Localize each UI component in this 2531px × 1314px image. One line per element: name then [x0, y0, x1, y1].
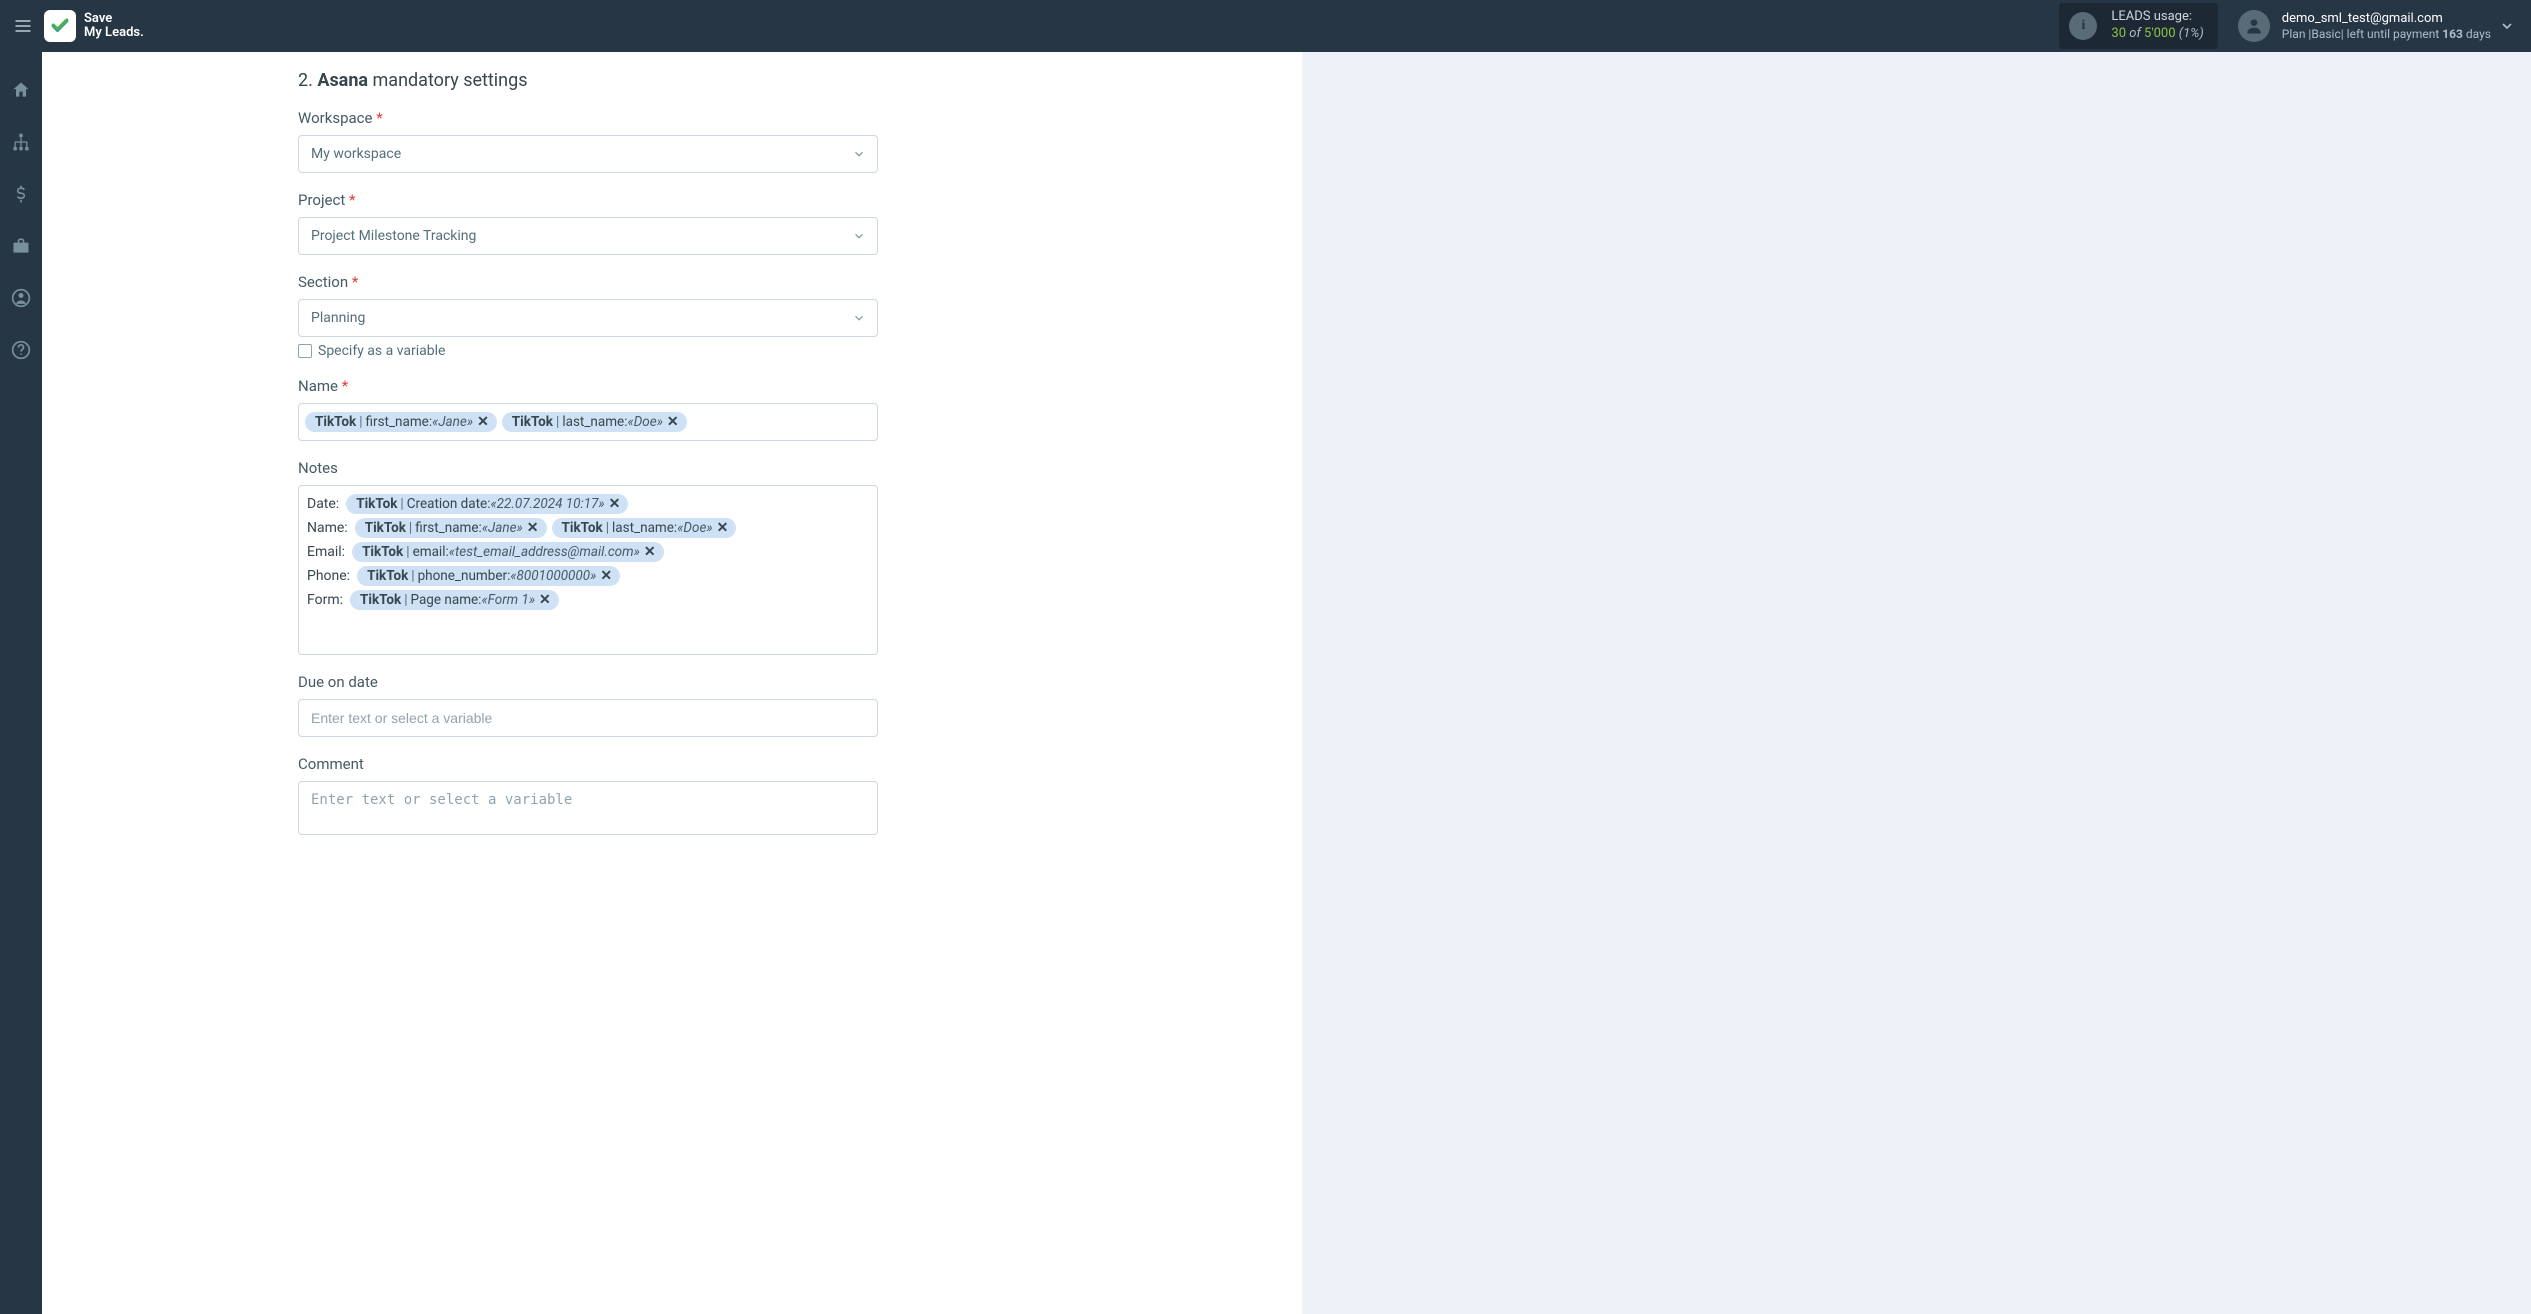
variable-token[interactable]: TikTok | last_name: «Doe»✕ — [502, 412, 687, 432]
usage-current: 30 — [2111, 26, 2126, 41]
due-date-input[interactable] — [298, 699, 878, 737]
notes-row: Name: TikTok | first_name: «Jane»✕TikTok … — [307, 518, 869, 538]
remove-token-icon[interactable]: ✕ — [667, 414, 679, 430]
due-date-label: Due on date — [298, 673, 878, 691]
variable-token[interactable]: TikTok | Creation date: «22.07.2024 10:1… — [346, 494, 628, 514]
remove-token-icon[interactable]: ✕ — [527, 520, 539, 536]
project-select[interactable]: Project Milestone Tracking — [298, 217, 878, 255]
section-label: Section * — [298, 273, 878, 291]
notes-row-label: Phone: — [307, 568, 350, 584]
avatar-icon — [2238, 10, 2270, 42]
checkbox-icon — [298, 344, 312, 358]
usage-pct: (1%) — [2179, 26, 2204, 41]
variable-token[interactable]: TikTok | email: «test_email_address@mail… — [352, 542, 664, 562]
variable-token[interactable]: TikTok | phone_number: «8001000000»✕ — [357, 566, 620, 586]
notes-row: Email: TikTok | email: «test_email_addres… — [307, 542, 869, 562]
menu-toggle[interactable] — [8, 11, 38, 41]
remove-token-icon[interactable]: ✕ — [600, 568, 612, 584]
variable-token[interactable]: TikTok | first_name: «Jane»✕ — [355, 518, 547, 538]
sidebar — [0, 52, 42, 1314]
sidebar-help-icon[interactable] — [5, 334, 37, 366]
remove-token-icon[interactable]: ✕ — [609, 496, 621, 512]
remove-token-icon[interactable]: ✕ — [644, 544, 656, 560]
notes-row-label: Name: — [307, 520, 348, 536]
name-input[interactable]: TikTok | first_name: «Jane»✕TikTok | las… — [298, 403, 878, 441]
name-label: Name * — [298, 377, 878, 395]
logo[interactable]: Save My Leads. — [44, 10, 144, 42]
account-menu[interactable]: demo_sml_test@gmail.com Plan |Basic| lef… — [2238, 10, 2491, 42]
section-title: 2. Asana mandatory settings — [298, 70, 878, 91]
notes-row: Phone: TikTok | phone_number: «8001000000… — [307, 566, 869, 586]
notes-label: Notes — [298, 459, 878, 477]
workspace-select[interactable]: My workspace — [298, 135, 878, 173]
sidebar-user-icon[interactable] — [5, 282, 37, 314]
usage-label: LEADS usage: — [2111, 9, 2203, 26]
logo-text: Save My Leads. — [84, 12, 144, 39]
account-chevron-icon[interactable] — [2499, 18, 2515, 34]
notes-row-label: Form: — [307, 592, 343, 608]
logo-icon — [44, 10, 76, 42]
notes-row-label: Email: — [307, 544, 345, 560]
usage-widget[interactable]: i LEADS usage: 30 of 5'000 (1%) — [2059, 3, 2217, 49]
notes-input[interactable]: Date: TikTok | Creation date: «22.07.2024… — [298, 485, 878, 655]
account-plan: Plan |Basic| left until payment 163 days — [2282, 27, 2491, 41]
comment-label: Comment — [298, 755, 878, 773]
info-icon: i — [2069, 12, 2097, 40]
variable-token[interactable]: TikTok | Page name: «Form 1»✕ — [350, 590, 559, 610]
top-header: Save My Leads. i LEADS usage: 30 of 5'00… — [0, 0, 2531, 52]
variable-token[interactable]: TikTok | first_name: «Jane»✕ — [305, 412, 497, 432]
comment-input[interactable] — [298, 781, 878, 835]
notes-row: Form: TikTok | Page name: «Form 1»✕ — [307, 590, 869, 610]
remove-token-icon[interactable]: ✕ — [477, 414, 489, 430]
chevron-down-icon — [852, 147, 866, 161]
account-email: demo_sml_test@gmail.com — [2282, 11, 2491, 28]
chevron-down-icon — [852, 311, 866, 325]
usage-limit: 5'000 — [2144, 26, 2176, 41]
notes-row-label: Date: — [307, 496, 339, 512]
remove-token-icon[interactable]: ✕ — [539, 592, 551, 608]
section-select[interactable]: Planning — [298, 299, 878, 337]
remove-token-icon[interactable]: ✕ — [717, 520, 729, 536]
sidebar-briefcase-icon[interactable] — [5, 230, 37, 262]
sidebar-home-icon[interactable] — [5, 74, 37, 106]
notes-row: Date: TikTok | Creation date: «22.07.2024… — [307, 494, 869, 514]
specify-variable-checkbox[interactable]: Specify as a variable — [298, 343, 878, 359]
variable-token[interactable]: TikTok | last_name: «Doe»✕ — [552, 518, 737, 538]
project-label: Project * — [298, 191, 878, 209]
chevron-down-icon — [852, 229, 866, 243]
workspace-label: Workspace * — [298, 109, 878, 127]
sidebar-billing-icon[interactable] — [5, 178, 37, 210]
sidebar-connections-icon[interactable] — [5, 126, 37, 158]
